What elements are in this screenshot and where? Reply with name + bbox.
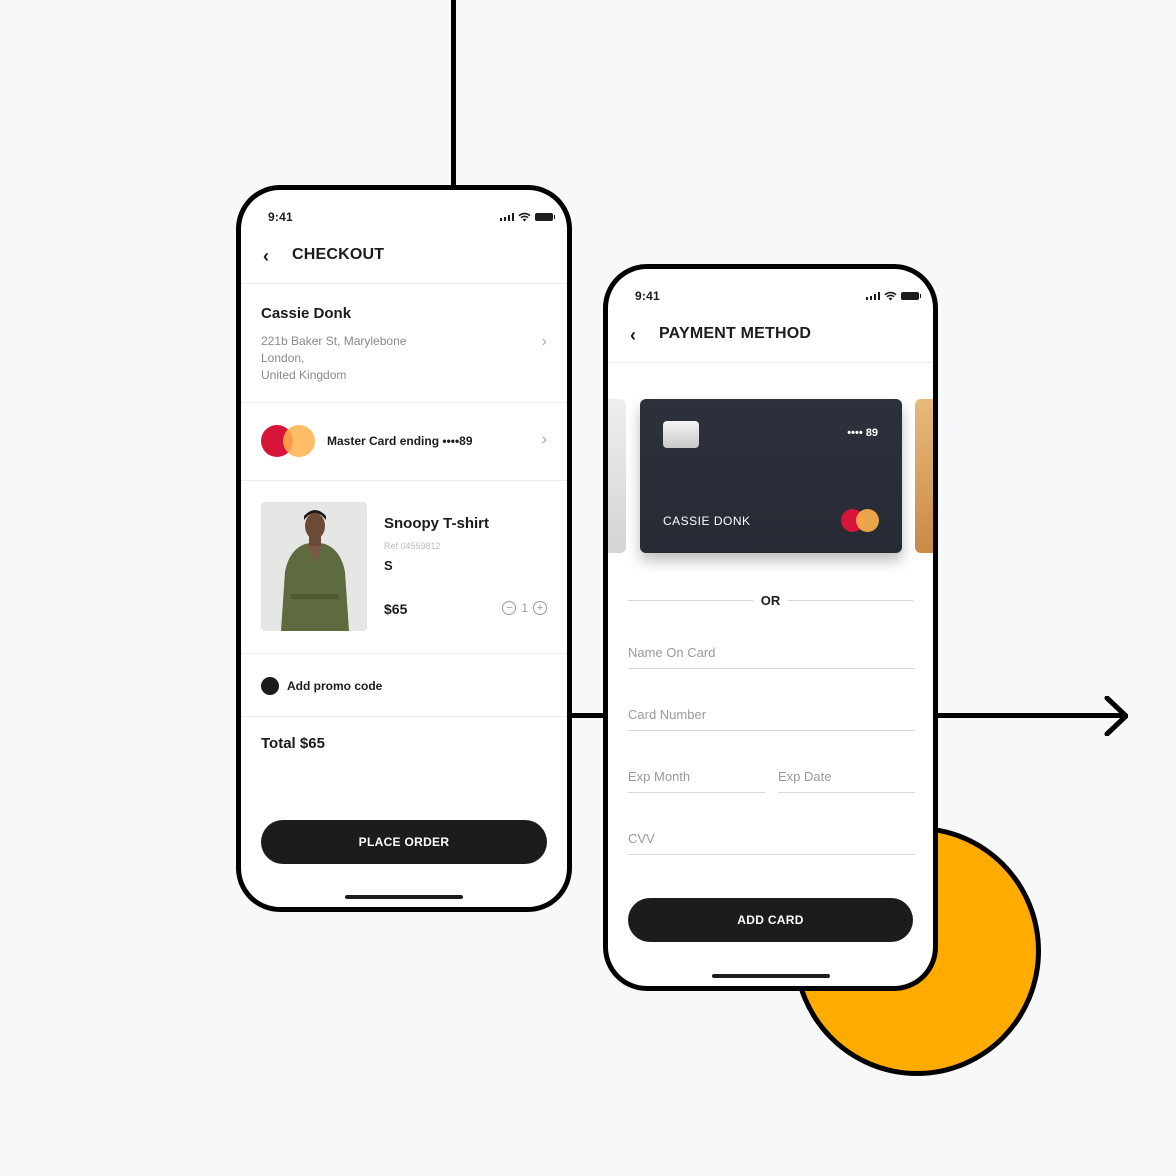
connector-line-right (934, 713, 1124, 718)
increase-quantity-button[interactable]: + (533, 601, 547, 615)
chevron-right-icon: › (541, 333, 547, 350)
product-size: S (384, 558, 393, 573)
checkout-phone: 9:41 ‹ CHECKOUT Cassie Donk 221b Baker S… (236, 185, 572, 912)
card-chip-icon (663, 421, 699, 448)
promo-code-label: Add promo code (287, 679, 383, 693)
status-bar: 9:41 (241, 210, 567, 226)
product-ref: Ref 04559812 (384, 541, 441, 551)
card-number-input[interactable] (628, 695, 915, 731)
payment-header: ‹ PAYMENT METHOD (608, 313, 933, 363)
wifi-icon (884, 291, 897, 301)
place-order-button[interactable]: PLACE ORDER (261, 820, 547, 864)
page-title: PAYMENT METHOD (659, 325, 812, 342)
exp-month-input[interactable] (628, 757, 765, 793)
add-card-button[interactable]: ADD CARD (628, 898, 913, 942)
wifi-icon (518, 212, 531, 222)
connector-line-middle (568, 713, 608, 718)
card-preview-previous[interactable] (608, 399, 626, 553)
card-carousel[interactable]: •••• 89 CASSIE DONK (608, 399, 933, 559)
back-button[interactable]: ‹ (263, 246, 269, 267)
cart-item: Snoopy T-shirt Ref 04559812 S $65 − 1 + (241, 481, 567, 654)
quantity-value: 1 (521, 601, 528, 615)
signal-icon (499, 213, 514, 221)
payment-method-row[interactable]: Master Card ending ••••89 › (241, 403, 567, 481)
payment-method-phone: 9:41 ‹ PAYMENT METHOD •••• 89 CASSIE DON… (603, 264, 938, 991)
promo-icon (261, 677, 279, 695)
status-bar: 9:41 (608, 289, 933, 305)
shipping-address-section[interactable]: Cassie Donk 221b Baker St, Marylebone Lo… (241, 285, 567, 403)
status-time: 9:41 (635, 289, 660, 303)
connector-line-top (451, 0, 456, 190)
promo-code-row[interactable]: Add promo code (241, 654, 567, 717)
arrow-right-icon (1104, 696, 1128, 736)
checkout-header: ‹ CHECKOUT (241, 234, 567, 284)
customer-address: 221b Baker St, Marylebone London, United… (261, 334, 407, 382)
total-section: Total $65 (241, 717, 567, 777)
credit-card[interactable]: •••• 89 CASSIE DONK (640, 399, 902, 553)
product-name: Snoopy T-shirt (384, 515, 489, 532)
card-holder-name: CASSIE DONK (663, 514, 751, 528)
home-indicator (345, 895, 463, 899)
exp-date-input[interactable] (778, 757, 915, 793)
mastercard-logo-icon (261, 425, 315, 457)
order-total: Total $65 (261, 735, 325, 752)
decrease-quantity-button[interactable]: − (502, 601, 517, 615)
back-button[interactable]: ‹ (630, 325, 636, 346)
or-divider: OR (628, 591, 913, 611)
signal-icon (865, 292, 880, 300)
status-time: 9:41 (268, 210, 293, 224)
home-indicator (711, 974, 830, 978)
mastercard-logo-icon (841, 509, 879, 532)
page-title: CHECKOUT (292, 246, 385, 263)
quantity-stepper: − 1 + (502, 601, 547, 615)
battery-icon (535, 213, 555, 221)
customer-name: Cassie Donk (261, 305, 352, 322)
product-image (261, 502, 367, 631)
cvv-input[interactable] (628, 819, 915, 855)
chevron-right-icon: › (541, 431, 547, 448)
card-number-masked: •••• 89 (847, 427, 878, 439)
product-price: $65 (384, 601, 408, 617)
card-preview-next[interactable] (915, 399, 933, 553)
payment-card-label: Master Card ending ••••89 (327, 434, 473, 448)
battery-icon (901, 292, 921, 300)
name-on-card-input[interactable] (628, 633, 915, 669)
